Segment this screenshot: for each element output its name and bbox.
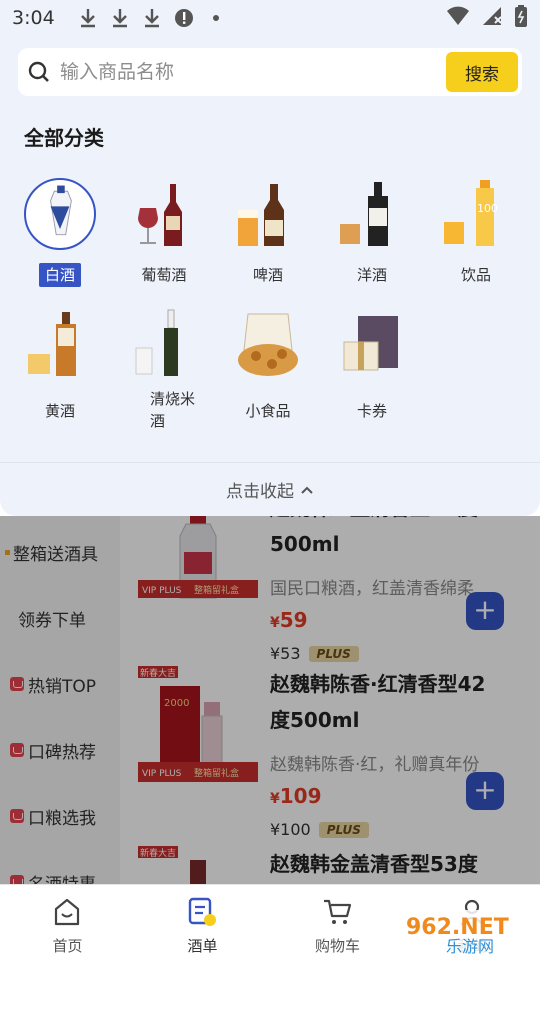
category-snacks[interactable]: 小食品: [218, 308, 318, 428]
watermark-sub: 乐游网: [446, 937, 494, 956]
category-label: 洋酒: [356, 266, 387, 284]
rice-wine-image: [128, 308, 200, 380]
baijiu-image: [24, 178, 96, 250]
category-label-text: 白酒: [38, 263, 81, 287]
nav-cart[interactable]: 购物车: [270, 885, 405, 961]
dot-icon: [205, 7, 227, 29]
category-label: 卡券: [356, 402, 387, 420]
home-icon: [52, 897, 82, 927]
download-icon: [141, 7, 163, 29]
list-icon: [187, 897, 217, 927]
wine-image: [128, 178, 200, 250]
cart-icon: [322, 897, 352, 927]
nav-label: 购物车: [314, 937, 360, 955]
signal-icon: [482, 6, 502, 30]
gift-card-image: [336, 308, 408, 380]
category-rice-wine[interactable]: 清烧米酒: [114, 308, 214, 430]
nav-label: 首页: [52, 937, 83, 955]
search-bar: 搜索: [0, 36, 540, 96]
category-baijiu[interactable]: 白酒: [10, 178, 110, 298]
category-drinks[interactable]: 100 饮品: [426, 178, 526, 298]
nav-menu[interactable]: 酒单: [135, 885, 270, 961]
search-input[interactable]: [60, 61, 440, 83]
category-panel-title: 全部分类: [24, 126, 104, 150]
category-wine[interactable]: 葡萄酒: [114, 178, 214, 298]
category-label: 葡萄酒: [141, 266, 187, 284]
category-label: 啤酒: [252, 266, 283, 284]
watermark-logo: 962.NET 乐游网: [400, 906, 540, 960]
chevron-up-icon: [300, 485, 314, 495]
alert-icon: [173, 7, 195, 29]
category-label: 饮品: [460, 266, 491, 284]
status-bar: 3:04: [0, 0, 540, 36]
huangjiu-image: [24, 308, 96, 380]
category-beer[interactable]: 啤酒: [218, 178, 318, 298]
collapse-label: 点击收起: [226, 482, 294, 502]
modal-overlay[interactable]: [0, 516, 540, 884]
download-icon: [109, 7, 131, 29]
category-foreign-liquor[interactable]: 洋酒: [322, 178, 422, 298]
search-box: 搜索: [18, 48, 522, 96]
svg-text:100: 100: [477, 202, 498, 215]
category-cards[interactable]: 卡券: [322, 308, 422, 428]
search-button[interactable]: 搜索: [446, 52, 518, 92]
category-label: 小食品: [245, 402, 291, 420]
category-huangjiu[interactable]: 黄酒: [10, 308, 110, 428]
category-label: 白酒: [10, 263, 110, 287]
collapse-button[interactable]: 点击收起: [0, 462, 540, 516]
nav-label: 酒单: [187, 937, 218, 955]
foreign-liquor-image: [336, 178, 408, 250]
download-icon: [77, 7, 99, 29]
beer-image: [232, 178, 304, 250]
snacks-image: [232, 308, 304, 380]
category-label: 黄酒: [44, 402, 75, 420]
nav-home[interactable]: 首页: [0, 885, 135, 961]
search-icon: [28, 61, 50, 83]
drinks-image: 100: [440, 178, 512, 250]
category-label: 清烧米酒: [150, 390, 196, 430]
category-panel: 全部分类 白酒 葡萄酒 啤酒 洋酒 100 饮品 黄酒 清烧米酒 小食品 卡券 …: [0, 96, 540, 516]
wifi-icon: [446, 6, 470, 30]
status-time: 3:04: [12, 7, 55, 29]
battery-icon: [514, 5, 528, 31]
